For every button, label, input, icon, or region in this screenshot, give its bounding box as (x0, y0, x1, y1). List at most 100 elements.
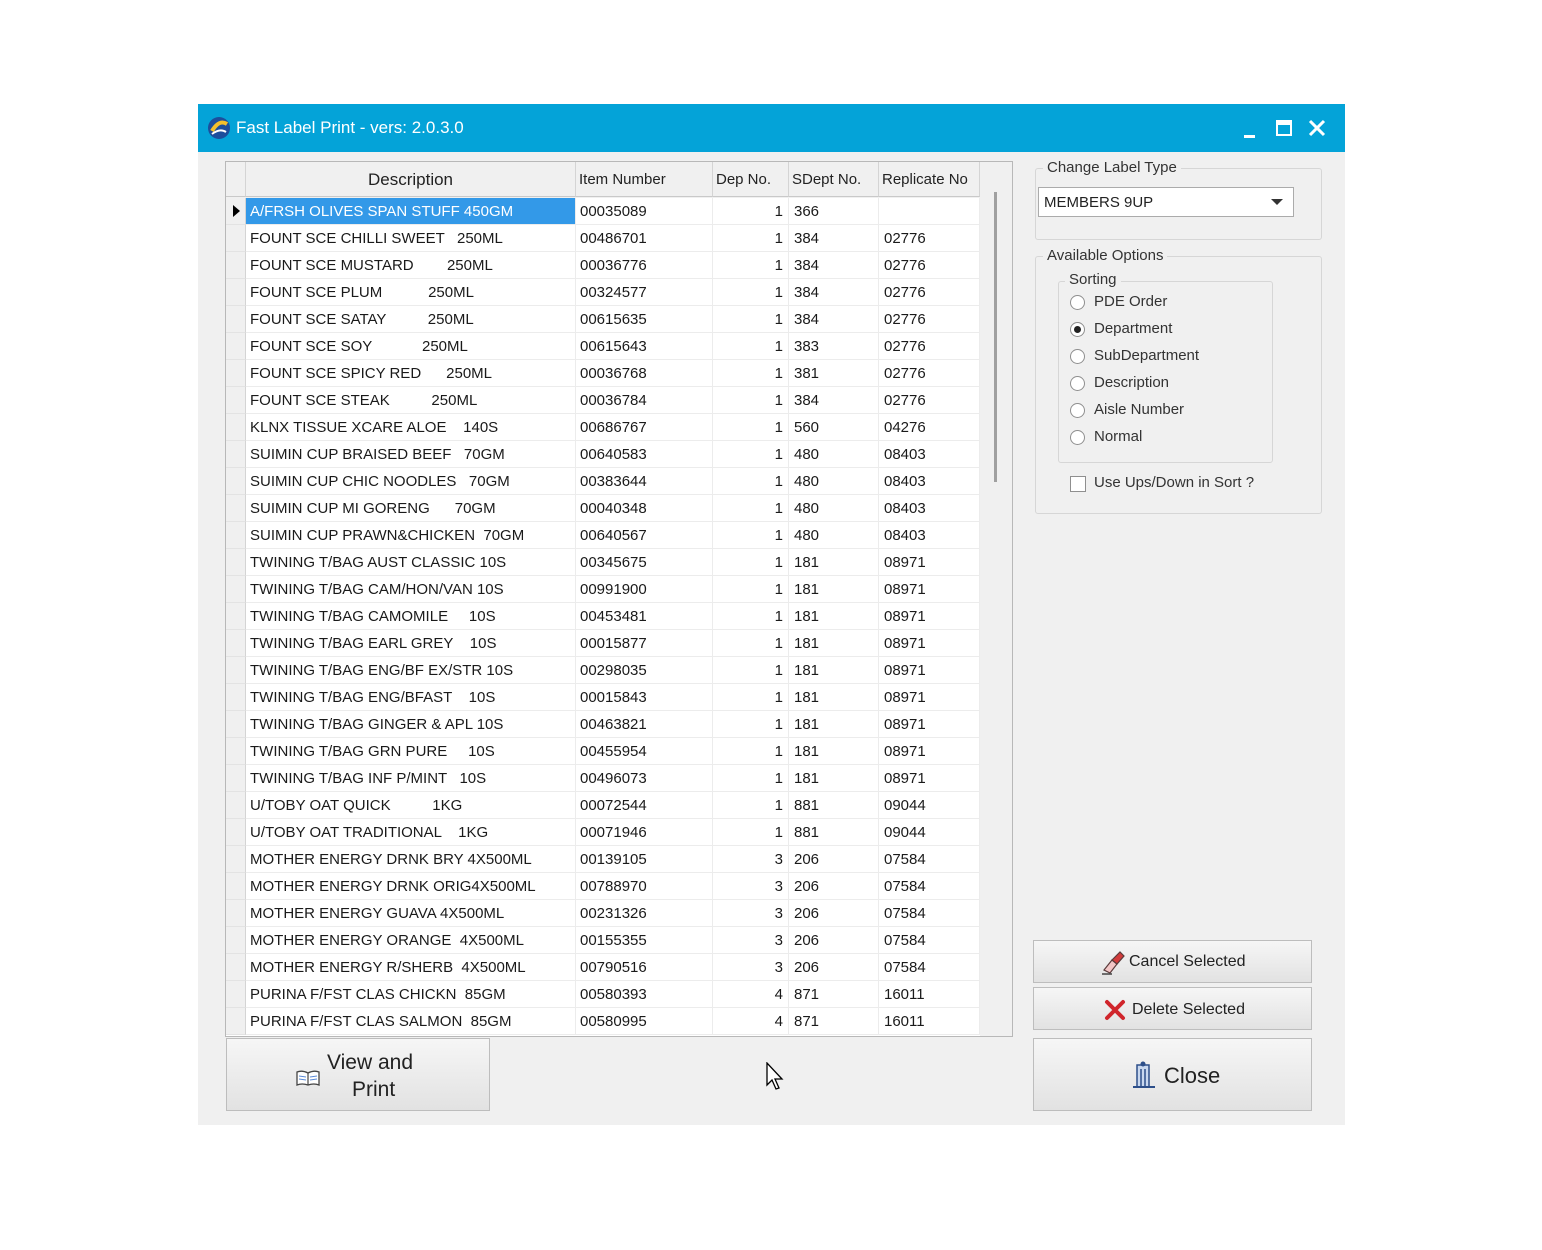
cell-description[interactable]: U/TOBY OAT TRADITIONAL 1KG (246, 819, 576, 846)
cell-dep-no[interactable]: 1 (713, 333, 789, 360)
cell-replicate-no[interactable]: 02776 (879, 225, 980, 252)
cell-dep-no[interactable]: 1 (713, 630, 789, 657)
row-indicator[interactable] (226, 468, 246, 495)
cell-replicate-no[interactable]: 07584 (879, 873, 980, 900)
row-indicator[interactable] (226, 306, 246, 333)
cell-description[interactable]: SUIMIN CUP PRAWN&CHICKEN 70GM (246, 522, 576, 549)
cell-description[interactable]: TWINING T/BAG EARL GREY 10S (246, 630, 576, 657)
row-indicator[interactable] (226, 549, 246, 576)
row-indicator[interactable] (226, 873, 246, 900)
cell-dep-no[interactable]: 4 (713, 1008, 789, 1035)
cell-item-number[interactable]: 00231326 (576, 900, 713, 927)
minimize-icon[interactable] (1234, 112, 1266, 144)
cell-replicate-no[interactable]: 02776 (879, 279, 980, 306)
cell-item-number[interactable]: 00015877 (576, 630, 713, 657)
cell-sdept-no[interactable]: 206 (789, 954, 879, 981)
cell-sdept-no[interactable]: 384 (789, 279, 879, 306)
cell-description[interactable]: FOUNT SCE MUSTARD 250ML (246, 252, 576, 279)
cell-dep-no[interactable]: 1 (713, 495, 789, 522)
sort-radio[interactable] (1070, 322, 1085, 337)
row-indicator[interactable] (226, 441, 246, 468)
cell-dep-no[interactable]: 1 (713, 441, 789, 468)
cell-sdept-no[interactable]: 384 (789, 252, 879, 279)
items-grid[interactable]: Description Item Number Dep No. SDept No… (225, 161, 1013, 1037)
table-row[interactable]: TWINING T/BAG EARL GREY 10S 00015877 1 181 0… (226, 630, 980, 657)
cell-item-number[interactable]: 00036776 (576, 252, 713, 279)
chevron-down-icon[interactable] (1271, 199, 1283, 205)
cell-replicate-no[interactable]: 08971 (879, 765, 980, 792)
cell-item-number[interactable]: 00453481 (576, 603, 713, 630)
cell-replicate-no[interactable]: 08971 (879, 738, 980, 765)
column-header-replicate-no[interactable]: Replicate No (879, 162, 980, 197)
cell-item-number[interactable]: 00071946 (576, 819, 713, 846)
cell-replicate-no[interactable]: 09044 (879, 819, 980, 846)
cell-sdept-no[interactable]: 480 (789, 468, 879, 495)
cell-description[interactable]: MOTHER ENERGY GUAVA 4X500ML (246, 900, 576, 927)
cell-sdept-no[interactable]: 871 (789, 1008, 879, 1035)
cell-item-number[interactable]: 00991900 (576, 576, 713, 603)
cell-replicate-no[interactable]: 08971 (879, 684, 980, 711)
cell-sdept-no[interactable]: 206 (789, 927, 879, 954)
cancel-selected-button[interactable]: Cancel Selected (1033, 940, 1312, 983)
cell-sdept-no[interactable]: 871 (789, 981, 879, 1008)
row-indicator[interactable] (226, 657, 246, 684)
table-row[interactable]: PURINA F/FST CLAS SALMON 85GM 00580995 4 87… (226, 1008, 980, 1035)
cell-sdept-no[interactable]: 480 (789, 522, 879, 549)
cell-dep-no[interactable]: 1 (713, 360, 789, 387)
cell-replicate-no[interactable]: 08971 (879, 549, 980, 576)
delete-selected-button[interactable]: Delete Selected (1033, 987, 1312, 1030)
cell-item-number[interactable]: 00580995 (576, 1008, 713, 1035)
row-indicator[interactable] (226, 819, 246, 846)
cell-sdept-no[interactable]: 206 (789, 846, 879, 873)
cell-item-number[interactable]: 00035089 (576, 198, 713, 225)
cell-replicate-no[interactable]: 02776 (879, 360, 980, 387)
cell-item-number[interactable]: 00615635 (576, 306, 713, 333)
cell-description[interactable]: FOUNT SCE SOY 250ML (246, 333, 576, 360)
cell-description[interactable]: FOUNT SCE SATAY 250ML (246, 306, 576, 333)
row-indicator[interactable] (226, 360, 246, 387)
cell-dep-no[interactable]: 1 (713, 279, 789, 306)
cell-description[interactable]: PURINA F/FST CLAS SALMON 85GM (246, 1008, 576, 1035)
cell-replicate-no[interactable]: 08403 (879, 468, 980, 495)
cell-description[interactable]: FOUNT SCE CHILLI SWEET 250ML (246, 225, 576, 252)
row-indicator[interactable] (226, 981, 246, 1008)
row-indicator[interactable] (226, 603, 246, 630)
cell-sdept-no[interactable]: 881 (789, 792, 879, 819)
table-row[interactable]: MOTHER ENERGY DRNK ORIG4X500ML 00788970 3 2… (226, 873, 980, 900)
column-header-dep-no[interactable]: Dep No. (713, 162, 789, 197)
cell-replicate-no[interactable]: 16011 (879, 1008, 980, 1035)
cell-dep-no[interactable]: 1 (713, 657, 789, 684)
cell-dep-no[interactable]: 1 (713, 711, 789, 738)
label-type-select[interactable]: MEMBERS 9UP (1038, 187, 1294, 217)
cell-description[interactable]: FOUNT SCE PLUM 250ML (246, 279, 576, 306)
cell-sdept-no[interactable]: 206 (789, 873, 879, 900)
close-button[interactable]: Close (1033, 1038, 1312, 1111)
table-row[interactable]: FOUNT SCE SATAY 250ML 00615635 1 384 02776 (226, 306, 980, 333)
cell-description[interactable]: MOTHER ENERGY R/SHERB 4X500ML (246, 954, 576, 981)
row-indicator[interactable] (226, 954, 246, 981)
sort-radio[interactable] (1070, 376, 1085, 391)
cell-description[interactable]: TWINING T/BAG CAMOMILE 10S (246, 603, 576, 630)
table-row[interactable]: FOUNT SCE CHILLI SWEET 250ML 00486701 1 384… (226, 225, 980, 252)
cell-dep-no[interactable]: 1 (713, 684, 789, 711)
cell-dep-no[interactable]: 1 (713, 522, 789, 549)
scrollbar-thumb[interactable] (994, 192, 997, 482)
cell-item-number[interactable]: 00615643 (576, 333, 713, 360)
cell-dep-no[interactable]: 1 (713, 468, 789, 495)
sort-radio[interactable] (1070, 349, 1085, 364)
table-row[interactable]: TWINING T/BAG GRN PURE 10S 00455954 1 181 08… (226, 738, 980, 765)
cell-sdept-no[interactable]: 181 (789, 630, 879, 657)
cell-sdept-no[interactable]: 480 (789, 495, 879, 522)
table-row[interactable]: TWINING T/BAG CAM/HON/VAN 10S 00991900 1 18… (226, 576, 980, 603)
cell-item-number[interactable]: 00139105 (576, 846, 713, 873)
cell-item-number[interactable]: 00324577 (576, 279, 713, 306)
cell-item-number[interactable]: 00036768 (576, 360, 713, 387)
cell-sdept-no[interactable]: 181 (789, 684, 879, 711)
cell-dep-no[interactable]: 1 (713, 792, 789, 819)
cell-description[interactable]: U/TOBY OAT QUICK 1KG (246, 792, 576, 819)
cell-description[interactable]: TWINING T/BAG CAM/HON/VAN 10S (246, 576, 576, 603)
cell-dep-no[interactable]: 1 (713, 738, 789, 765)
table-row[interactable]: SUIMIN CUP BRAISED BEEF 70GM 00640583 1 480… (226, 441, 980, 468)
cell-description[interactable]: SUIMIN CUP MI GORENG 70GM (246, 495, 576, 522)
row-indicator[interactable] (226, 630, 246, 657)
